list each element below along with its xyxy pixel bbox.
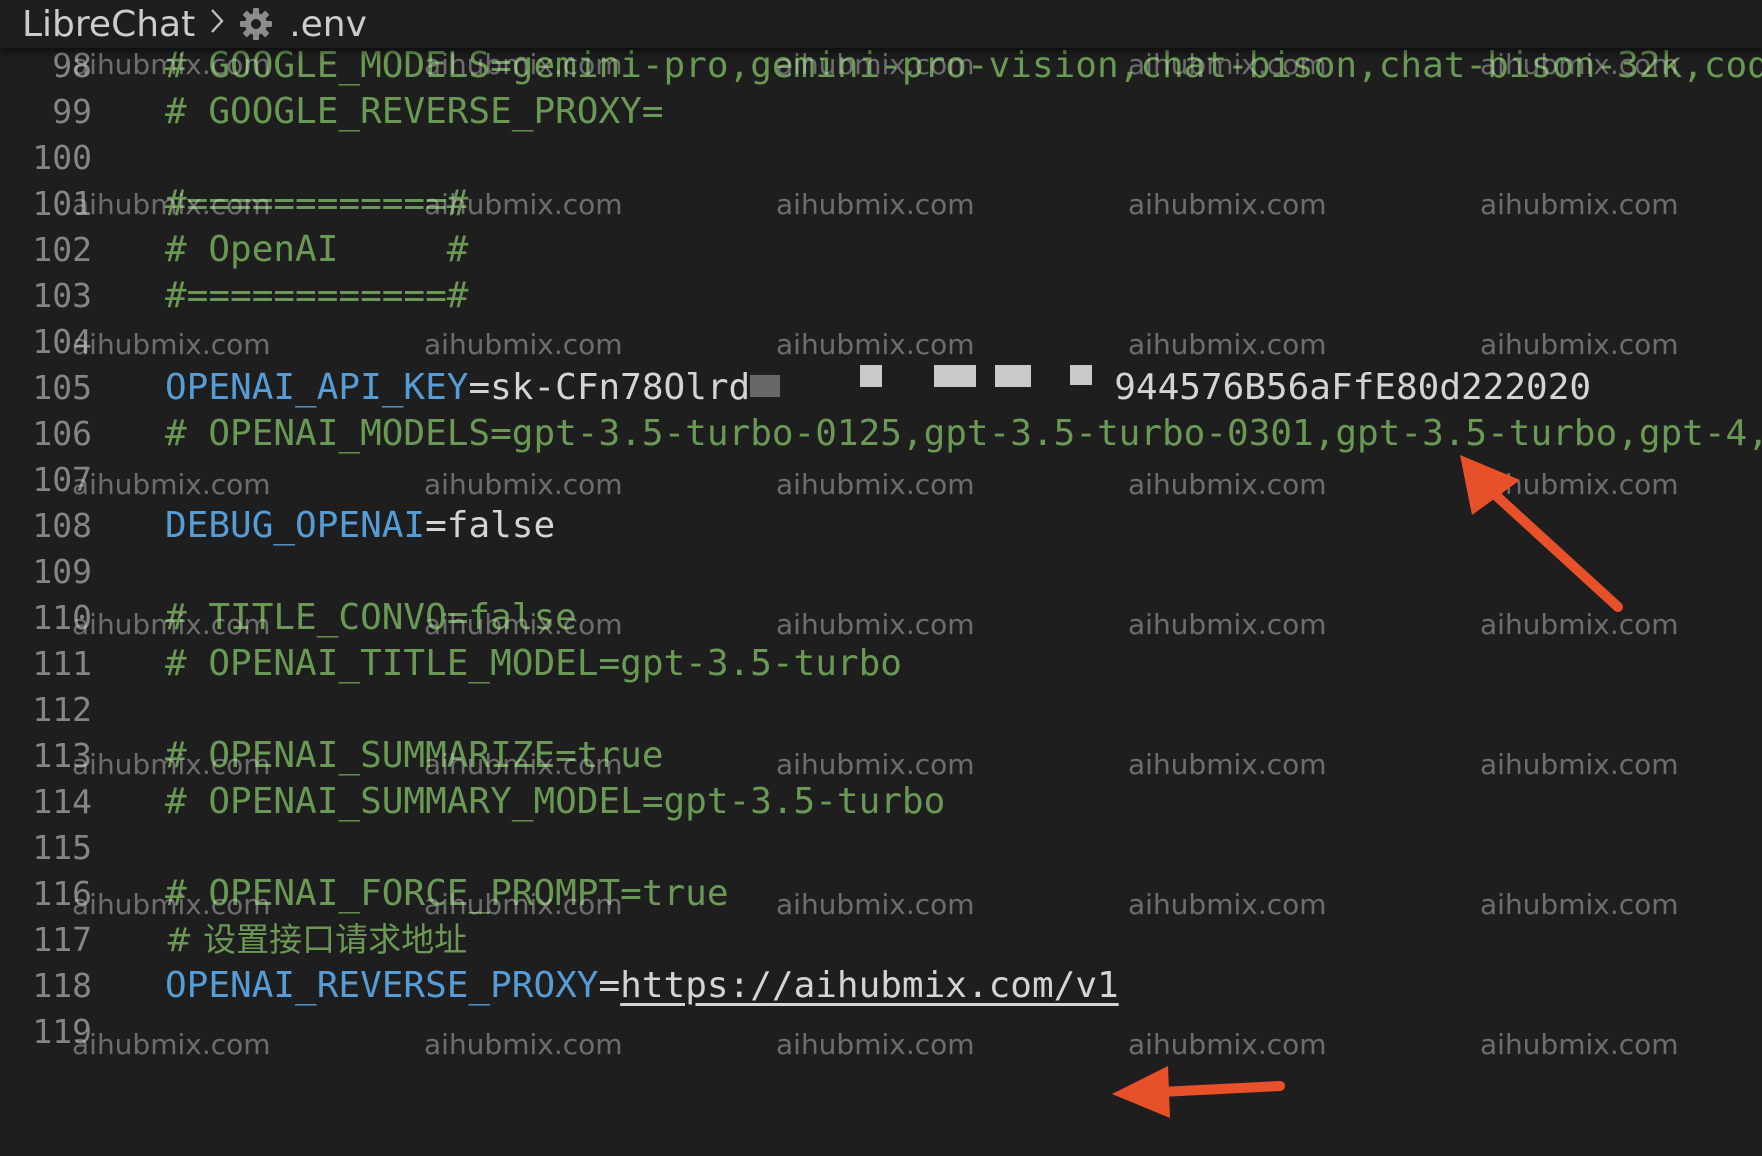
annotation-arrows <box>1112 455 1623 1118</box>
red-arrow-api-key <box>1460 455 1623 612</box>
red-arrow-proxy-url <box>1112 1066 1285 1118</box>
